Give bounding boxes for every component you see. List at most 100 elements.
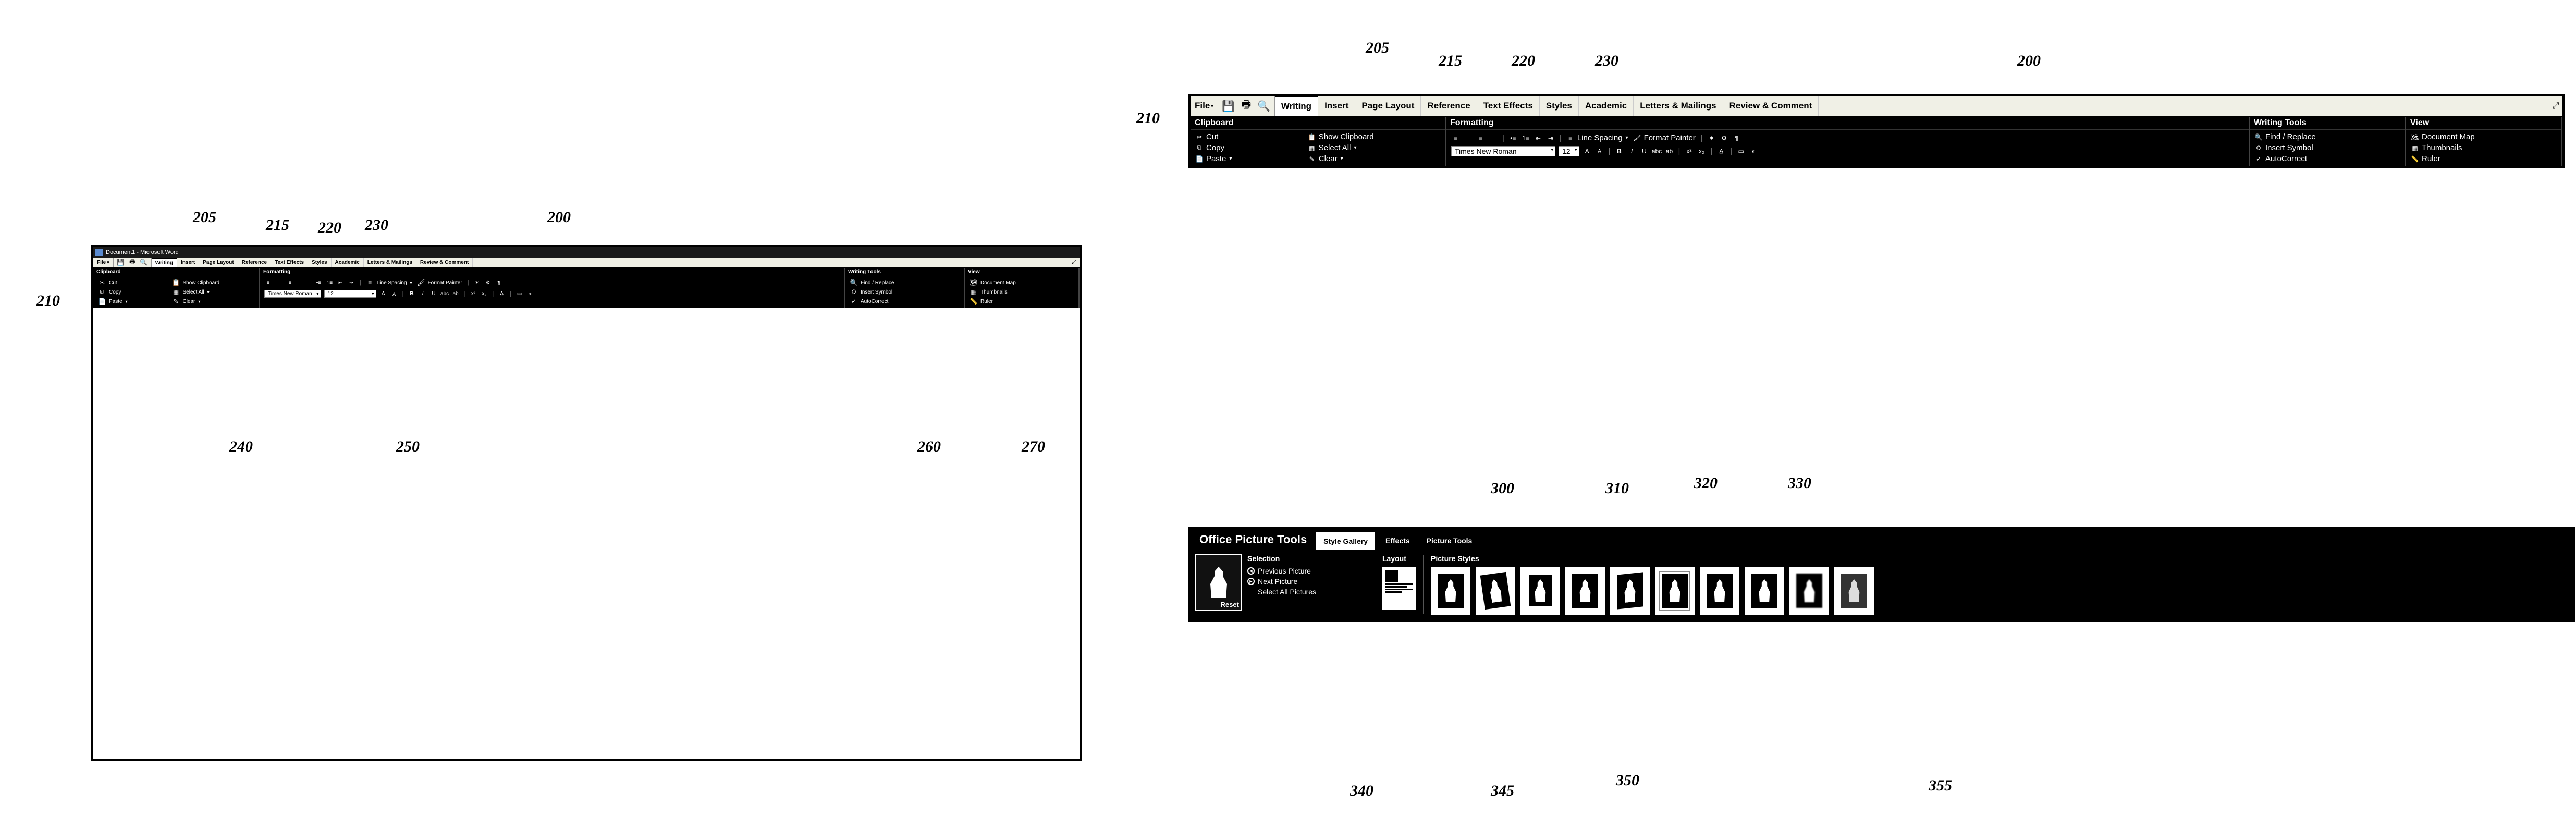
align-left-icon[interactable]: ≡ [1451, 133, 1461, 143]
print-icon[interactable]: 🖶 [1239, 99, 1254, 113]
cut-button[interactable]: ✂Cut [1195, 132, 1299, 142]
copy-button[interactable]: ⧉Copy [97, 288, 163, 296]
copy-button[interactable]: ⧉Copy [1195, 143, 1299, 153]
align-justify-icon[interactable]: ≣ [1489, 133, 1498, 143]
line-spacing-button[interactable]: ≡Line Spacing▾ [1566, 133, 1629, 143]
tab-styles[interactable]: Styles [1540, 96, 1579, 116]
previous-picture-button[interactable]: ◄Previous Picture [1247, 567, 1367, 575]
italic-icon[interactable]: I [1627, 147, 1636, 156]
italic-icon[interactable]: I [419, 290, 427, 298]
font-size-combo[interactable]: 12 [1559, 146, 1579, 156]
find-replace-button[interactable]: 🔍Find / Replace [2254, 132, 2401, 142]
tab-writing[interactable]: Writing [1275, 96, 1318, 116]
save-icon[interactable]: 💾 [117, 259, 125, 266]
tab-picture-tools[interactable]: Picture Tools [1419, 531, 1480, 550]
picture-style-item[interactable] [1700, 567, 1739, 615]
bold-icon[interactable]: B [408, 290, 416, 298]
picture-style-more[interactable] [1879, 567, 1895, 615]
find-replace-button[interactable]: 🔍Find / Replace [849, 278, 960, 287]
grow-font-icon[interactable]: A [379, 290, 387, 298]
clear-button[interactable]: ✎Clear▾ [171, 297, 255, 306]
subscript-icon[interactable]: x₂ [1697, 147, 1706, 156]
style-icon[interactable]: ✶ [1707, 133, 1716, 143]
document-area[interactable] [93, 308, 1080, 735]
insert-symbol-button[interactable]: ΩInsert Symbol [849, 288, 960, 296]
show-marks-icon[interactable]: ¶ [495, 279, 503, 287]
show-clipboard-button[interactable]: 📋Show Clipboard [171, 278, 255, 287]
outdent-icon[interactable]: ⇤ [337, 279, 345, 287]
strike-icon[interactable]: abc [441, 290, 449, 298]
tabbar-chevron-icon[interactable]: ⤢ [2549, 96, 2562, 116]
align-right-icon[interactable]: ≡ [1476, 133, 1486, 143]
picture-style-item[interactable] [1834, 567, 1874, 615]
tabbar-chevron-icon[interactable]: ⤢ [1069, 258, 1080, 267]
tab-page-layout[interactable]: Page Layout [199, 258, 238, 267]
tab-text-effects[interactable]: Text Effects [271, 258, 308, 267]
autocorrect-button[interactable]: ✓AutoCorrect [2254, 154, 2401, 164]
tab-styles[interactable]: Styles [308, 258, 331, 267]
tab-academic[interactable]: Academic [332, 258, 364, 267]
superscript-icon[interactable]: x² [469, 290, 477, 298]
file-menu[interactable]: File [1191, 96, 1218, 116]
border-icon[interactable]: ▭ [1736, 147, 1746, 156]
tab-reference[interactable]: Reference [238, 258, 271, 267]
tab-reference[interactable]: Reference [1421, 96, 1477, 116]
highlight-icon[interactable]: ab [1664, 147, 1674, 156]
indent-icon[interactable]: ⇥ [1546, 133, 1555, 143]
document-map-button[interactable]: 🗺Document Map [2410, 132, 2557, 142]
bullets-icon[interactable]: •≡ [315, 279, 323, 287]
reveal-formatting-icon[interactable]: ⚙ [1720, 133, 1729, 143]
font-size-combo[interactable]: 12 [324, 290, 376, 298]
bold-icon[interactable]: B [1614, 147, 1624, 156]
select-all-button[interactable]: ▦Select All▾ [171, 288, 255, 296]
outdent-icon[interactable]: ⇤ [1534, 133, 1543, 143]
line-spacing-button[interactable]: ≡Line Spacing▾ [365, 278, 413, 287]
align-right-icon[interactable]: ≡ [286, 279, 294, 287]
autocorrect-button[interactable]: ✓AutoCorrect [849, 297, 960, 306]
picture-style-item[interactable] [1476, 567, 1515, 615]
align-left-icon[interactable]: ≡ [264, 279, 272, 287]
shading-icon[interactable]: ◐ [526, 290, 534, 298]
picture-style-item[interactable] [1520, 567, 1560, 615]
font-name-combo[interactable]: Times New Roman [264, 290, 321, 298]
thumbnails-button[interactable]: ▦Thumbnails [969, 288, 1074, 296]
select-all-pictures-button[interactable]: Select All Pictures [1247, 588, 1367, 596]
shrink-font-icon[interactable]: A [1595, 147, 1604, 156]
show-clipboard-button[interactable]: 📋Show Clipboard [1307, 132, 1441, 142]
picture-style-item[interactable] [1610, 567, 1650, 615]
highlight-icon[interactable]: ab [452, 290, 460, 298]
tab-page-layout[interactable]: Page Layout [1355, 96, 1421, 116]
next-picture-button[interactable]: ►Next Picture [1247, 577, 1367, 586]
style-icon[interactable]: ✶ [473, 279, 481, 287]
indent-icon[interactable]: ⇥ [348, 279, 355, 287]
print-preview-icon[interactable]: 🔍 [140, 259, 148, 266]
format-painter-button[interactable]: 🖌Format Painter [1633, 133, 1697, 143]
paste-button[interactable]: 📄Paste▾ [97, 297, 163, 306]
select-all-button[interactable]: ▦Select All▾ [1307, 143, 1441, 153]
reset-preview[interactable]: Reset [1195, 554, 1242, 611]
border-icon[interactable]: ▭ [516, 290, 523, 298]
superscript-icon[interactable]: x² [1684, 147, 1694, 156]
save-icon[interactable]: 💾 [1221, 99, 1236, 113]
tab-effects[interactable]: Effects [1378, 531, 1417, 550]
tab-review[interactable]: Review & Comment [1723, 96, 1819, 116]
document-map-button[interactable]: 🗺Document Map [969, 278, 1074, 287]
font-name-combo[interactable]: Times New Roman [1451, 146, 1555, 156]
font-color-icon[interactable]: A̲ [1716, 147, 1726, 156]
tab-text-effects[interactable]: Text Effects [1477, 96, 1540, 116]
tab-writing[interactable]: Writing [152, 258, 177, 267]
align-justify-icon[interactable]: ≣ [297, 279, 305, 287]
format-painter-button[interactable]: 🖌Format Painter [416, 278, 463, 287]
underline-icon[interactable]: U [430, 290, 438, 298]
grow-font-icon[interactable]: A [1583, 147, 1592, 156]
insert-symbol-button[interactable]: ΩInsert Symbol [2254, 143, 2401, 153]
ruler-button[interactable]: 📏Ruler [969, 297, 1074, 306]
file-menu[interactable]: File [93, 258, 114, 267]
tab-letters[interactable]: Letters & Mailings [364, 258, 416, 267]
tab-style-gallery[interactable]: Style Gallery [1315, 531, 1376, 550]
picture-style-item[interactable] [1745, 567, 1784, 615]
ruler-button[interactable]: 📏Ruler [2410, 154, 2557, 164]
underline-icon[interactable]: U [1639, 147, 1649, 156]
align-center-icon[interactable]: ≣ [1464, 133, 1473, 143]
subscript-icon[interactable]: x₂ [480, 290, 488, 298]
